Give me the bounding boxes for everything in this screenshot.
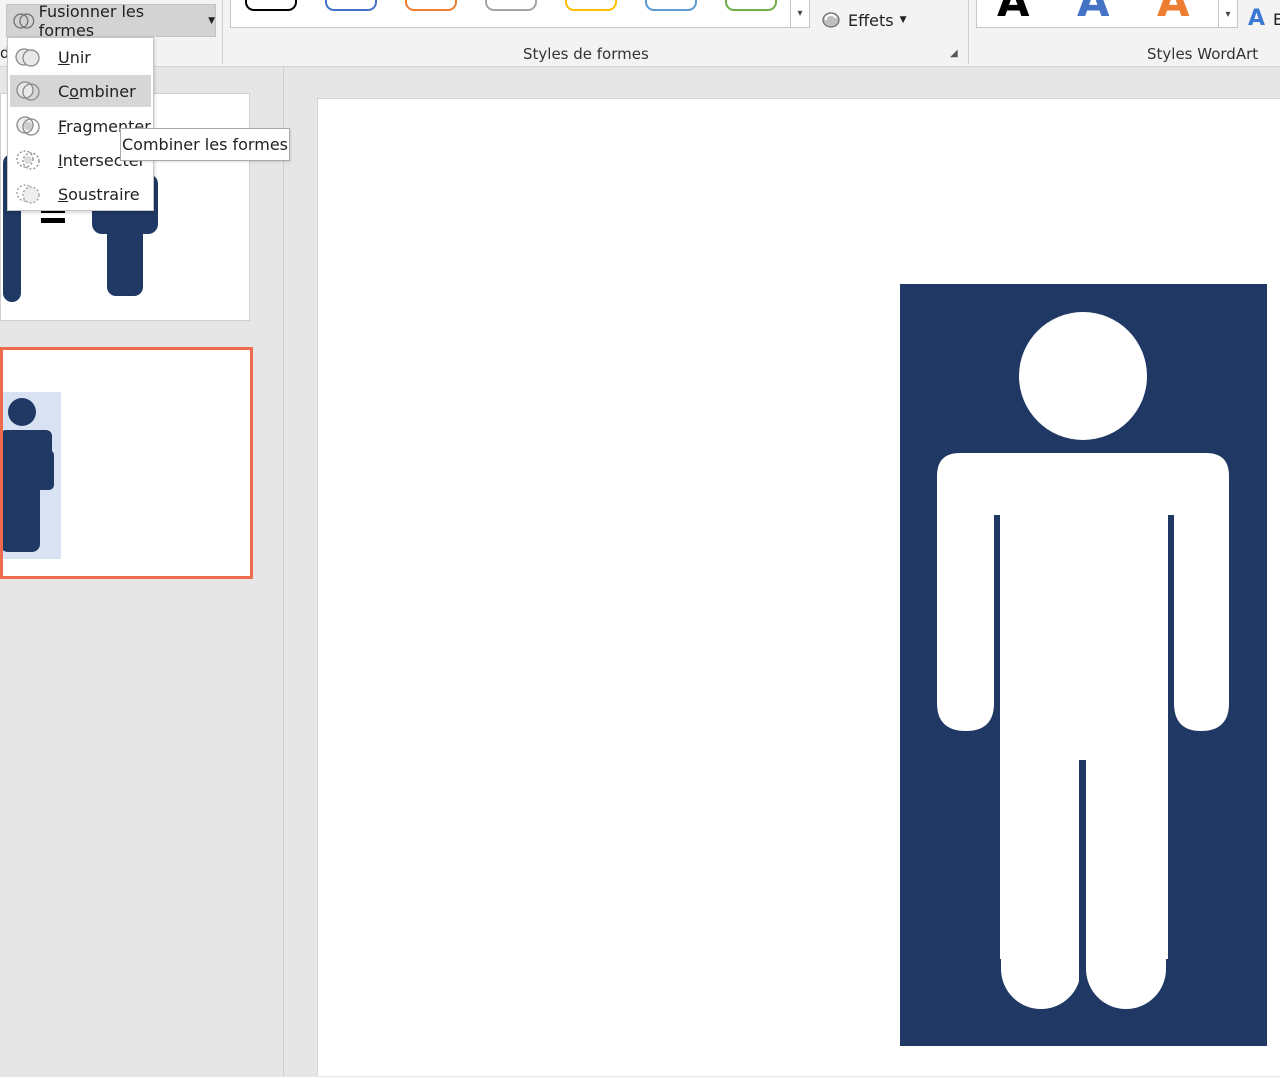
shape-effects-icon <box>822 12 840 28</box>
fragment-icon <box>14 114 44 138</box>
tooltip: Combiner les formes <box>120 128 290 161</box>
ribbon-group-divider <box>222 0 223 64</box>
shape-effects-button[interactable]: Effets ▼ <box>820 8 907 32</box>
gallery-more-button[interactable]: ▾ <box>790 0 809 27</box>
wordart-styles-gallery[interactable]: A A A <box>976 0 1238 28</box>
effects-label: Effets <box>848 10 894 30</box>
chevron-down-icon: ▼ <box>208 15 215 26</box>
shape-style-swatch-gold[interactable] <box>565 0 617 11</box>
cut-off-label: E <box>1273 10 1280 29</box>
shape-style-swatch-orange[interactable] <box>405 0 457 11</box>
shape-styles-group-label: Styles de formes <box>523 45 649 63</box>
chevron-down-icon: ▼ <box>899 15 907 25</box>
union-icon <box>14 45 44 69</box>
shape-styles-gallery[interactable]: ▾ <box>230 0 810 28</box>
wordart-sample-blue[interactable]: A <box>1077 0 1110 26</box>
wordart-more-button[interactable]: ▾ <box>1218 0 1237 28</box>
menu-item-label: Unir <box>58 47 91 67</box>
combine-icon <box>14 79 44 103</box>
shape-style-swatch-green[interactable] <box>725 0 777 11</box>
gallery-more-icon: ▾ <box>797 7 803 19</box>
ribbon: Fusionner les formes ▼ d ▾ Effets ▼ Styl… <box>0 0 1280 67</box>
menu-item-label: Soustraire <box>58 184 140 204</box>
wordart-sample-black[interactable]: A <box>997 0 1030 26</box>
merge-shapes-button[interactable]: Fusionner les formes ▼ <box>6 1 216 40</box>
shape-style-swatch-blue[interactable] <box>325 0 377 11</box>
menu-item-combine[interactable]: Combiner <box>10 75 151 107</box>
merge-shapes-menu: Unir Combiner Fragmenter Intersecter Soustra… <box>7 37 154 211</box>
merge-shapes-label: Fusionner les formes <box>38 1 145 40</box>
wordart-styles-group-label: Styles WordArt <box>1147 45 1259 63</box>
slide-thumbnail-2-selected[interactable] <box>0 347 253 579</box>
menu-item-subtract[interactable]: Soustraire <box>10 178 151 210</box>
ribbon-group-divider <box>968 0 969 64</box>
subtract-icon <box>14 182 44 206</box>
man-figure-shape[interactable] <box>318 99 1280 1077</box>
panel-divider <box>283 67 284 1076</box>
gallery-more-icon: ▾ <box>1225 8 1231 20</box>
wordart-sample-orange[interactable]: A <box>1157 0 1190 26</box>
text-fill-icon[interactable]: A <box>1248 6 1265 31</box>
shape-style-swatch-lightblue[interactable] <box>645 0 697 11</box>
shape-style-swatch-black[interactable] <box>245 0 297 11</box>
dialog-launcher-icon[interactable]: ◢ <box>950 48 958 59</box>
menu-item-union[interactable]: Unir <box>10 41 151 73</box>
intersect-icon <box>14 148 44 172</box>
thumbnail-figure-graphic <box>3 392 61 559</box>
merge-shapes-icon <box>13 12 35 29</box>
shape-style-swatch-gray[interactable] <box>485 0 537 11</box>
menu-item-label: Combiner <box>58 81 136 101</box>
slide-canvas[interactable] <box>317 98 1280 1076</box>
